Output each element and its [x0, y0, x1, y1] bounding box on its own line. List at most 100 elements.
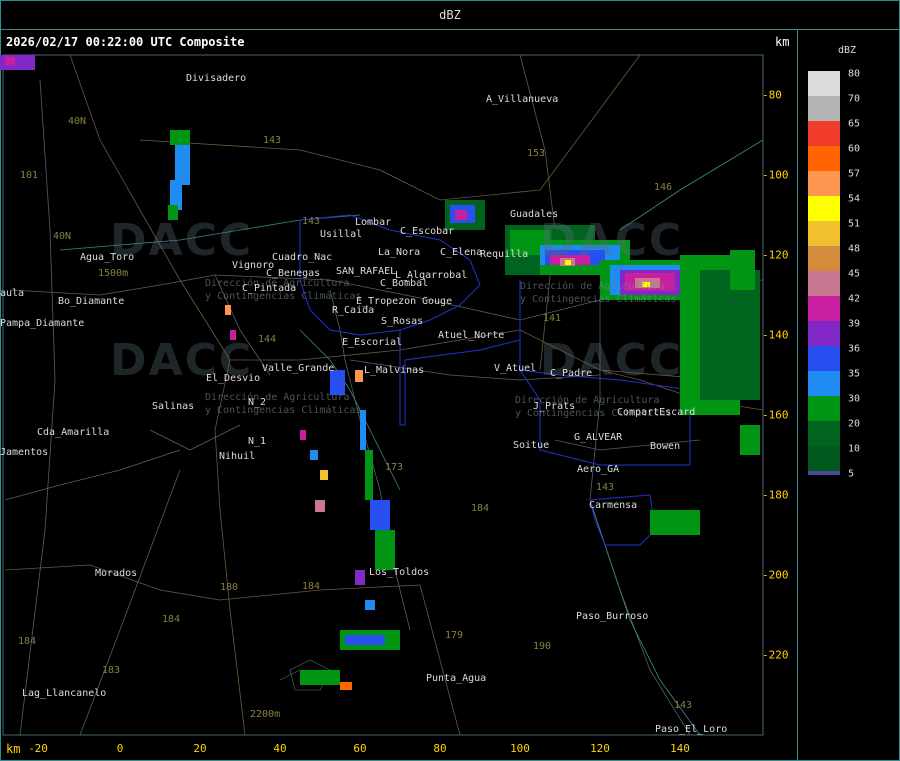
- x-tick-label: 120: [590, 742, 610, 755]
- legend-swatch: [808, 146, 840, 171]
- route-label: 40N: [53, 231, 72, 242]
- legend-level-label: 10: [848, 443, 861, 455]
- place-label: C_Pintada: [242, 283, 297, 294]
- y-tick-label: -140: [762, 328, 789, 342]
- legend-level-label: 70: [848, 93, 861, 105]
- x-tick-label: 140: [670, 742, 690, 755]
- legend-swatch: [808, 446, 840, 471]
- place-label: Jamentos: [0, 447, 49, 458]
- place-label: SAN_RAFAEL: [336, 266, 397, 277]
- place-label: Requilla: [480, 249, 529, 260]
- place-label: J_Prats: [533, 401, 576, 412]
- y-tick-label: -100: [762, 168, 789, 182]
- route-label: 153: [527, 148, 546, 159]
- legend-swatch: [808, 421, 840, 446]
- place-label: CompartEscard: [617, 407, 696, 418]
- legend-level-label: 39: [848, 318, 861, 330]
- watermark-line: Dirección de Agricultura: [205, 392, 350, 403]
- place-label: Agua_Toro: [80, 252, 135, 263]
- color-scale: [808, 71, 840, 475]
- route-label: 143: [263, 135, 282, 146]
- product-title: dBZ: [439, 8, 461, 22]
- legend-swatch: [808, 371, 840, 396]
- place-label: El_Desvio: [206, 373, 261, 384]
- place-label: Bo_Diamante: [58, 296, 125, 307]
- legend-level-label: 65: [848, 118, 861, 130]
- place-label: Aero_GA: [577, 464, 620, 475]
- place-label: Bowen: [650, 441, 681, 452]
- route-label: 179: [445, 630, 464, 641]
- route-label: 141: [543, 313, 562, 324]
- legend-level-label: 5: [848, 468, 855, 480]
- legend-level-label: 80: [848, 68, 861, 80]
- route-label: 144: [258, 334, 277, 345]
- place-label: Nihuil: [219, 451, 256, 462]
- place-label: La_Nora: [378, 247, 421, 258]
- place-label: aula: [0, 288, 25, 299]
- title-bar: dBZ: [0, 0, 900, 30]
- x-tick-label: 80: [433, 742, 447, 755]
- place-label: V_Atuel: [494, 363, 537, 374]
- legend-level-label: 35: [848, 368, 861, 380]
- place-label: C_Elena: [440, 247, 483, 258]
- place-label: Carmensa: [589, 500, 638, 511]
- radar-map-canvas[interactable]: [0, 30, 797, 760]
- place-label: N_2: [248, 397, 267, 408]
- route-label: 183: [102, 665, 121, 676]
- y-tick-label: -200: [762, 568, 789, 582]
- watermark-line: y Contingencias Climáticas: [520, 294, 677, 305]
- place-label: Paso_Burroso: [576, 611, 649, 622]
- legend-swatch: [808, 196, 840, 221]
- route-label: 180: [220, 582, 239, 593]
- x-tick-label: 100: [510, 742, 530, 755]
- legend-swatch: [808, 171, 840, 196]
- place-label: C_Escobar: [400, 226, 455, 237]
- place-label: Punta_Agua: [426, 673, 487, 684]
- place-label: L_Malvinas: [364, 365, 425, 376]
- legend-swatch: [808, 221, 840, 246]
- legend-level-label: 51: [848, 218, 861, 230]
- place-label: Los_Toldos: [369, 567, 430, 578]
- route-label: 184: [162, 614, 181, 625]
- legend-swatch: [808, 96, 840, 121]
- place-label: Lag_Llancanelo: [22, 688, 107, 699]
- place-label: Paso_El_Loro: [655, 724, 728, 735]
- watermark-line: Dirección de Agricultura: [520, 281, 665, 292]
- legend-level-label: 36: [848, 343, 861, 355]
- legend-swatch: [808, 71, 840, 96]
- y-tick-label: -180: [762, 488, 789, 502]
- legend-level-label: 54: [848, 193, 861, 205]
- place-label: Salinas: [152, 401, 195, 412]
- route-label: 143: [596, 482, 615, 493]
- place-label: Cuadro_Nac: [272, 252, 333, 263]
- legend-swatch: [808, 296, 840, 321]
- place-label: S_Rosas: [381, 316, 424, 327]
- legend-level-label: 20: [848, 418, 861, 430]
- route-label: 184: [471, 503, 490, 514]
- legend-swatch: [808, 121, 840, 146]
- route-label: 190: [533, 641, 552, 652]
- route-label: 101: [20, 170, 39, 181]
- legend-swatch: [808, 471, 840, 475]
- place-label: Divisadero: [186, 73, 247, 84]
- y-tick-label: -220: [762, 648, 789, 662]
- place-label: Guadales: [510, 209, 559, 220]
- place-label: E_Escorial: [342, 337, 403, 348]
- place-label: Atuel_Norte: [438, 330, 505, 341]
- km-unit-label: km: [775, 35, 790, 49]
- km-unit-label: km: [6, 742, 21, 756]
- watermark-line: y Contingencias Climáticas: [205, 405, 362, 416]
- place-label: Soitue: [513, 440, 550, 451]
- route-label: 184: [18, 636, 37, 647]
- x-tick-label: -20: [28, 742, 48, 755]
- legend-level-label: 45: [848, 268, 861, 280]
- legend-level-label: 30: [848, 393, 861, 405]
- place-label: A_Villanueva: [486, 94, 559, 105]
- route-label: 173: [385, 462, 404, 473]
- place-label: R_Caida: [332, 305, 375, 316]
- watermark-brand: DACC: [540, 215, 684, 266]
- legend-level-label: 48: [848, 243, 861, 255]
- place-label: C_Bombal: [380, 278, 429, 289]
- place-label: Valle_Grande: [262, 363, 335, 374]
- scan-timestamp: 2026/02/17 00:22:00 UTC Composite: [6, 35, 245, 49]
